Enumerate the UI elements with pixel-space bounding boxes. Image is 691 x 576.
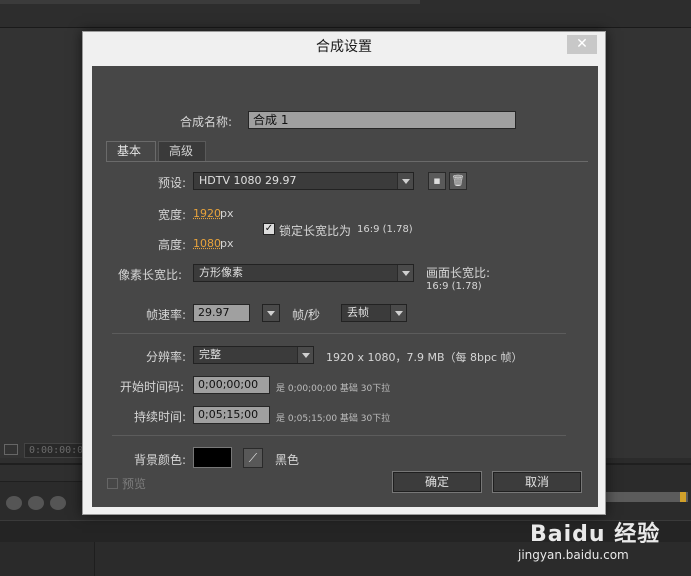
frame-rate-field[interactable]: 29.97	[193, 304, 250, 322]
preset-label: 预设:	[158, 176, 187, 190]
frame-aspect-value: 16:9 (1.78)	[426, 281, 482, 292]
chevron-down-icon	[397, 173, 413, 189]
tab-advanced[interactable]: 高级	[158, 141, 206, 161]
frame-rate-unit: 帧/秒	[292, 308, 321, 322]
width-value[interactable]: 1920	[193, 207, 221, 220]
work-area-bar[interactable]	[602, 492, 688, 502]
preset-value: HDTV 1080 29.97	[199, 174, 297, 187]
work-area-handle[interactable]	[680, 492, 686, 502]
start-timecode-label: 开始时间码:	[120, 380, 185, 394]
dialog-body: 合成名称: 合成 1 基本 高级 预设: HDTV 1080 29.97 ▪ 🗑…	[92, 66, 598, 507]
drop-frame-value: 丢帧	[347, 306, 369, 319]
ok-button[interactable]: 确定	[392, 471, 482, 493]
search-icon[interactable]	[6, 496, 22, 510]
pixel-aspect-label: 像素长宽比:	[118, 268, 183, 282]
comp-icon[interactable]	[4, 444, 18, 455]
motion-blur-icon[interactable]	[28, 496, 44, 510]
resolution-label: 分辨率:	[146, 350, 187, 364]
tab-basic[interactable]: 基本	[106, 141, 156, 161]
width-unit: px	[220, 207, 234, 220]
layer-column	[0, 542, 95, 576]
comp-name-field[interactable]: 合成 1	[248, 111, 516, 129]
pixel-aspect-dropdown[interactable]: 方形像素	[193, 264, 414, 282]
baidu-watermark: Baidu 经验 jingyan.baidu.com	[506, 508, 691, 576]
chevron-down-icon	[390, 305, 406, 321]
frame-rate-label: 帧速率:	[146, 308, 187, 322]
height-unit: px	[220, 237, 234, 250]
frame-aspect-label: 画面长宽比:	[426, 266, 491, 280]
preview-checkbox[interactable]: 预览	[107, 475, 146, 492]
resolution-value: 完整	[199, 348, 221, 361]
start-timecode-note: 是 0;00;00;00 基础 30下拉	[276, 384, 391, 394]
divider	[112, 333, 566, 334]
watermark-url: jingyan.baidu.com	[518, 548, 629, 562]
chevron-down-icon	[263, 305, 279, 321]
close-button[interactable]: ✕	[567, 35, 597, 54]
width-label: 宽度:	[158, 208, 187, 222]
bg-color-swatch[interactable]	[193, 447, 232, 468]
resolution-info: 1920 x 1080，7.9 MB（每 8bpc 帧）	[326, 351, 523, 364]
height-label: 高度:	[158, 238, 187, 252]
checkbox-icon	[107, 478, 118, 489]
duration-label: 持续时间:	[134, 410, 187, 424]
chevron-down-icon	[297, 347, 313, 363]
app-tab-line	[0, 0, 420, 4]
drop-frame-dropdown[interactable]: 丢帧	[341, 304, 407, 322]
divider	[112, 435, 566, 436]
lock-aspect-label: 锁定长宽比为	[279, 224, 352, 238]
timeline-tool-icons	[6, 496, 86, 514]
bg-color-name: 黑色	[275, 453, 300, 467]
preview-label: 预览	[122, 477, 147, 491]
save-preset-icon[interactable]: ▪	[428, 172, 446, 190]
comp-name-label: 合成名称:	[180, 115, 233, 129]
start-timecode-field[interactable]: 0;00;00;00	[193, 376, 270, 394]
duration-field[interactable]: 0;05;15;00	[193, 406, 270, 424]
lock-aspect-checkbox[interactable]: ✓	[263, 223, 275, 235]
trash-icon[interactable]: 🗑	[449, 172, 467, 190]
lock-aspect-ratio: 16:9 (1.78)	[357, 224, 413, 235]
resolution-dropdown[interactable]: 完整	[193, 346, 314, 364]
chevron-down-icon	[397, 265, 413, 281]
dialog-title: 合成设置	[316, 39, 372, 55]
cancel-button[interactable]: 取消	[492, 471, 582, 493]
timeline-timecode[interactable]: 0:00:00:00	[24, 443, 89, 458]
pixel-aspect-value: 方形像素	[199, 266, 243, 279]
composition-settings-dialog: 合成设置 ✕ 合成名称: 合成 1 基本 高级 预设: HDTV 1080 29…	[82, 31, 606, 515]
frame-rate-presets-dropdown[interactable]	[262, 304, 280, 322]
duration-note: 是 0;05;15;00 基础 30下拉	[276, 414, 391, 424]
baidu-logo: Baidu 经验	[530, 522, 661, 547]
preset-dropdown[interactable]: HDTV 1080 29.97	[193, 172, 414, 190]
app-top-bar	[0, 0, 691, 28]
eyedropper-icon[interactable]: ⟋	[243, 448, 263, 468]
frame-blend-icon[interactable]	[50, 496, 66, 510]
bg-color-label: 背景颜色:	[134, 453, 187, 467]
height-value[interactable]: 1080	[193, 237, 221, 250]
